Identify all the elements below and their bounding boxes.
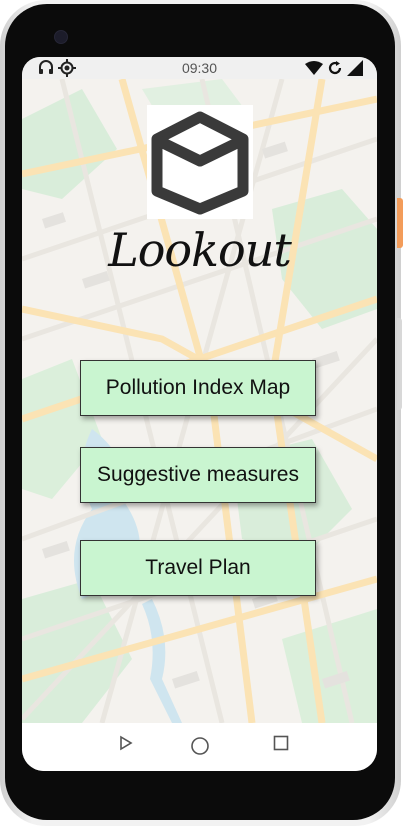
travel-plan-button[interactable]: Travel Plan [80, 540, 316, 596]
front-camera [54, 30, 68, 44]
screen: 09:30 Lookout Pollution Index Map Sugges… [22, 57, 377, 771]
wifi-icon [305, 61, 323, 75]
volume-button [397, 318, 402, 410]
cube-icon [151, 111, 249, 215]
back-icon[interactable] [119, 735, 133, 751]
navigation-bar [22, 723, 377, 771]
app-logo [147, 105, 253, 219]
suggestive-measures-button[interactable]: Suggestive measures [80, 447, 316, 503]
status-bar: 09:30 [22, 57, 377, 79]
sync-icon [328, 61, 342, 75]
home-icon[interactable] [190, 736, 210, 756]
app-title: Lookout [108, 223, 292, 277]
recents-icon[interactable] [273, 735, 289, 751]
status-right-icons [305, 60, 363, 76]
power-button [397, 198, 403, 248]
pollution-index-map-button[interactable]: Pollution Index Map [80, 360, 316, 416]
signal-icon [347, 60, 363, 76]
